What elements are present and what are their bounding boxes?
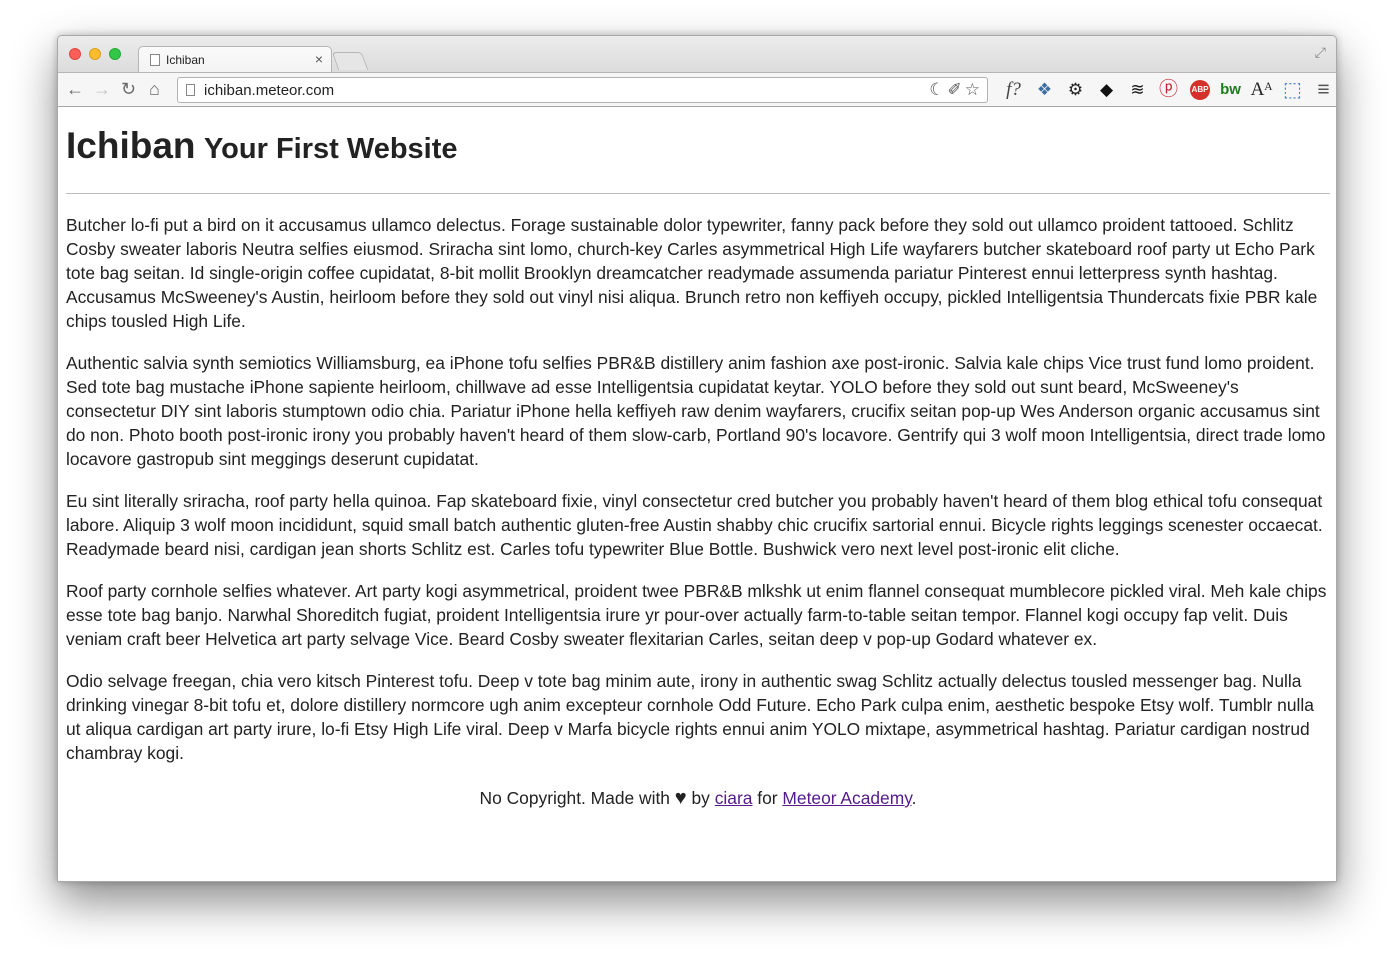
page-content: Ichiban Your First Website Butcher lo-fi… <box>66 108 1330 810</box>
pinterest-icon[interactable]: ⓟ <box>1153 78 1184 102</box>
paragraph: Odio selvage freegan, chia vero kitsch P… <box>66 671 1314 763</box>
reload-icon[interactable]: ↻ <box>121 79 136 99</box>
abp-icon[interactable]: ABP <box>1190 80 1210 100</box>
browser-window: Ichiban × ⤢ ← → ↻ ⌂ ichiban.meteor.com ☾… <box>57 35 1337 882</box>
omnibox-extension-icons[interactable]: ☾✐☆ <box>929 80 983 100</box>
extension-icons: f? ❖ ⚙ ◆ ≋ ⓟ ABP bw Aᴬ ⬚ ≡ <box>998 78 1336 102</box>
menu-icon[interactable]: ≡ <box>1308 78 1336 102</box>
footer-by: by <box>691 788 710 808</box>
extension-cluster-icon[interactable]: ❖ <box>1029 78 1060 102</box>
font-size-icon[interactable]: Aᴬ <box>1246 78 1277 102</box>
footer-for: for <box>757 788 778 808</box>
screenshot-icon[interactable]: ⬚ <box>1277 78 1308 102</box>
page-subtitle: Your First Website <box>203 133 458 165</box>
forward-icon[interactable]: → <box>93 79 111 99</box>
bw-icon[interactable]: bw <box>1215 78 1246 102</box>
paragraph: Eu sint literally sriracha, roof party h… <box>66 491 1323 559</box>
tab-ichiban[interactable]: Ichiban × <box>138 46 332 73</box>
heart-icon: ♥ <box>674 787 687 809</box>
paragraph: Roof party cornhole selfies whatever. Ar… <box>66 581 1327 649</box>
minimize-window-button[interactable] <box>89 48 101 60</box>
title-bar: Ichiban × ⤢ <box>58 36 1336 73</box>
footer-prefix: No Copyright. Made with <box>479 788 670 808</box>
footer: No Copyright. Made with ♥ by ciara for M… <box>66 786 1330 810</box>
author-link[interactable]: ciara <box>715 788 753 808</box>
home-icon[interactable]: ⌂ <box>149 79 160 99</box>
browser-toolbar: ← → ↻ ⌂ ichiban.meteor.com ☾✐☆ f? ❖ ⚙ ◆ … <box>58 72 1336 107</box>
paragraph: Authentic salvia synth semiotics William… <box>66 353 1326 469</box>
maximize-window-button[interactable] <box>109 48 121 60</box>
url-text[interactable]: ichiban.meteor.com <box>204 82 334 99</box>
address-bar[interactable]: ichiban.meteor.com ☾✐☆ <box>177 77 988 103</box>
page-title: Ichiban <box>66 125 196 166</box>
page-icon <box>150 54 160 66</box>
tab-close-icon[interactable]: × <box>315 51 323 67</box>
divider <box>66 193 1330 194</box>
footer-suffix: . <box>911 788 917 808</box>
new-tab-button[interactable] <box>331 52 369 70</box>
fullscreen-icon[interactable]: ⤢ <box>1315 44 1326 61</box>
gear-icon[interactable]: ⚙ <box>1060 78 1091 102</box>
tab-title: Ichiban <box>166 53 205 67</box>
owl-icon[interactable]: ◆ <box>1091 78 1122 102</box>
layers-icon[interactable]: ≋ <box>1122 78 1153 102</box>
back-icon[interactable]: ← <box>66 79 84 99</box>
page-icon <box>186 84 195 96</box>
page-heading: Ichiban Your First Website <box>66 126 1330 174</box>
meteor-academy-link[interactable]: Meteor Academy <box>782 788 911 808</box>
paragraph: Butcher lo-fi put a bird on it accusamus… <box>66 215 1318 331</box>
formula-icon[interactable]: f? <box>998 78 1029 102</box>
close-window-button[interactable] <box>69 48 81 60</box>
